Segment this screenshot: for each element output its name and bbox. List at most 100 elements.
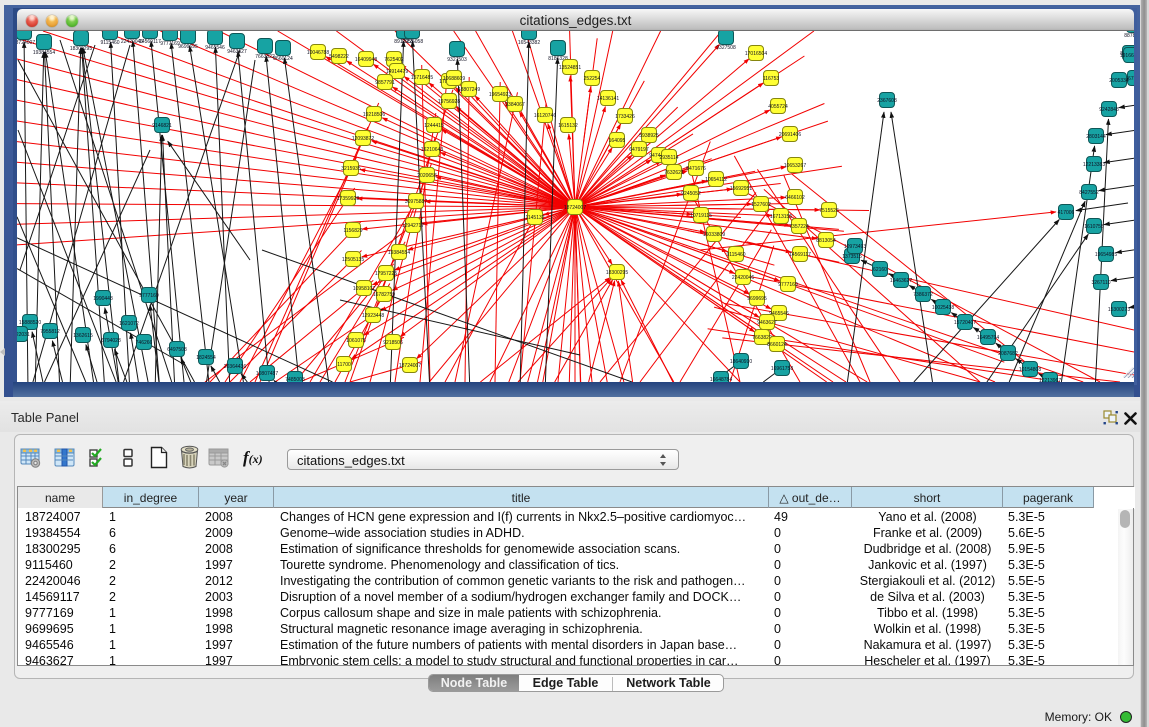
svg-text:1990448: 1990448 bbox=[93, 296, 113, 302]
svg-text:13524851: 13524851 bbox=[559, 65, 581, 71]
svg-text:19463627: 19463627 bbox=[890, 278, 912, 284]
svg-text:12942717: 12942717 bbox=[402, 223, 424, 229]
svg-text:4055724: 4055724 bbox=[768, 104, 788, 110]
svg-text:7485003: 7485003 bbox=[285, 377, 305, 382]
svg-text:2935114: 2935114 bbox=[659, 155, 678, 161]
svg-text:18300295: 18300295 bbox=[606, 270, 628, 276]
svg-text:3267110: 3267110 bbox=[1091, 280, 1110, 286]
svg-text:19166827: 19166827 bbox=[1120, 53, 1134, 59]
svg-text:10653267: 10653267 bbox=[784, 163, 806, 169]
svg-text:6479197: 6479197 bbox=[629, 147, 649, 153]
svg-text:9777169: 9777169 bbox=[778, 282, 798, 288]
svg-text:30975887: 30975887 bbox=[405, 199, 427, 205]
svg-text:9245052: 9245052 bbox=[681, 191, 701, 197]
svg-text:10025438: 10025438 bbox=[932, 305, 954, 311]
svg-text:9463627: 9463627 bbox=[757, 320, 777, 326]
svg-text:7625402: 7625402 bbox=[384, 57, 404, 63]
svg-text:1615132: 1615132 bbox=[558, 123, 578, 129]
svg-text:5938925: 5938925 bbox=[639, 133, 659, 139]
svg-text:19384554: 19384554 bbox=[388, 250, 410, 256]
svg-text:18807249: 18807249 bbox=[458, 87, 480, 93]
svg-text:8813054: 8813054 bbox=[816, 238, 836, 244]
svg-text:9218506: 9218506 bbox=[383, 340, 403, 346]
svg-text:9699695: 9699695 bbox=[747, 296, 767, 302]
svg-text:8427552: 8427552 bbox=[1079, 190, 1099, 196]
svg-text:1824554: 1824554 bbox=[196, 355, 216, 361]
svg-text:5498222: 5498222 bbox=[329, 54, 349, 60]
svg-text:12213967: 12213967 bbox=[1039, 378, 1061, 382]
svg-text:2005334: 2005334 bbox=[1109, 78, 1129, 84]
svg-text:2087682: 2087682 bbox=[998, 351, 1018, 357]
svg-text:17957225: 17957225 bbox=[375, 271, 397, 277]
svg-text:15300273: 15300273 bbox=[1108, 307, 1130, 313]
svg-text:9777169: 9777169 bbox=[139, 293, 159, 299]
svg-text:9463627: 9463627 bbox=[227, 49, 247, 55]
svg-text:18724007: 18724007 bbox=[564, 205, 586, 211]
svg-text:1527602: 1527602 bbox=[751, 202, 771, 208]
svg-text:7955812: 7955812 bbox=[40, 329, 60, 335]
svg-text:16409948: 16409948 bbox=[355, 57, 377, 63]
svg-text:14569117: 14569117 bbox=[789, 252, 811, 258]
svg-text:9699695: 9699695 bbox=[178, 44, 198, 50]
svg-text:17016504: 17016504 bbox=[745, 51, 767, 57]
svg-text:1362615: 1362615 bbox=[73, 333, 93, 339]
svg-text:7515526: 7515526 bbox=[819, 208, 839, 214]
svg-text:7632621: 7632621 bbox=[664, 170, 684, 176]
svg-text:16782759: 16782759 bbox=[373, 292, 395, 298]
svg-text:19654985: 19654985 bbox=[1095, 252, 1117, 258]
svg-text:9146821: 9146821 bbox=[152, 123, 172, 129]
svg-text:62160: 62160 bbox=[873, 267, 887, 273]
svg-text:1610755: 1610755 bbox=[1084, 224, 1104, 230]
svg-text:15716485: 15716485 bbox=[411, 75, 433, 81]
svg-text:7357224: 7357224 bbox=[789, 224, 809, 230]
svg-text:16713155: 16713155 bbox=[770, 214, 792, 220]
svg-text:10154808: 10154808 bbox=[1019, 367, 1041, 373]
svg-text:8878332: 8878332 bbox=[1124, 33, 1134, 39]
svg-text:1156829: 1156829 bbox=[343, 228, 362, 234]
svg-text:10973493: 10973493 bbox=[844, 244, 866, 250]
svg-text:17359928: 17359928 bbox=[337, 196, 359, 202]
svg-text:9857791: 9857791 bbox=[375, 80, 395, 86]
svg-text:417006: 417006 bbox=[1058, 210, 1075, 216]
svg-text:18640910: 18640910 bbox=[730, 359, 752, 365]
svg-text:8660124: 8660124 bbox=[767, 342, 787, 348]
svg-text:12505135: 12505135 bbox=[342, 257, 364, 263]
svg-text:11700: 11700 bbox=[337, 362, 351, 368]
svg-text:19384554: 19384554 bbox=[33, 50, 55, 56]
svg-text:15692951: 15692951 bbox=[730, 186, 752, 192]
svg-text:1373515: 1373515 bbox=[842, 254, 862, 260]
svg-text:10688609: 10688609 bbox=[443, 76, 465, 82]
svg-text:10719115: 10719115 bbox=[690, 213, 712, 219]
svg-text:3215935: 3215935 bbox=[341, 166, 361, 172]
svg-text:16210643: 16210643 bbox=[421, 147, 443, 153]
svg-text:9465546: 9465546 bbox=[205, 45, 225, 51]
svg-text:12213383: 12213383 bbox=[1083, 162, 1105, 168]
svg-text:20364436: 20364436 bbox=[224, 364, 246, 370]
svg-text:8660124: 8660124 bbox=[273, 56, 293, 62]
svg-text:1733426: 1733426 bbox=[615, 114, 635, 120]
svg-text:16961758: 16961758 bbox=[771, 366, 793, 372]
svg-text:19756928: 19756928 bbox=[438, 99, 460, 105]
svg-text:2803144: 2803144 bbox=[1086, 134, 1106, 140]
svg-text:746266: 746266 bbox=[136, 340, 153, 346]
svg-text:10654112: 10654112 bbox=[705, 177, 727, 183]
svg-text:6497508: 6497508 bbox=[167, 347, 187, 353]
svg-text:18300295: 18300295 bbox=[70, 46, 92, 52]
svg-text:16033809: 16033809 bbox=[703, 232, 725, 238]
svg-text:7663822: 7663822 bbox=[752, 335, 772, 341]
svg-text:16543382: 16543382 bbox=[518, 40, 540, 46]
svg-text:14569117: 14569117 bbox=[139, 39, 161, 45]
svg-text:10046788: 10046788 bbox=[307, 50, 329, 56]
svg-text:7386372: 7386372 bbox=[913, 292, 933, 298]
svg-text:13226058: 13226058 bbox=[401, 39, 423, 45]
svg-text:9242848: 9242848 bbox=[1099, 107, 1119, 113]
svg-text:10807487: 10807487 bbox=[256, 371, 278, 377]
svg-text:9115460: 9115460 bbox=[726, 252, 745, 258]
svg-text:9384067: 9384067 bbox=[505, 102, 525, 108]
svg-text:18724007: 18724007 bbox=[17, 40, 35, 46]
svg-text:16495794: 16495794 bbox=[977, 335, 999, 341]
svg-text:1621072: 1621072 bbox=[119, 321, 139, 327]
svg-text:9327503: 9327503 bbox=[447, 57, 467, 63]
svg-text:164095: 164095 bbox=[609, 138, 626, 144]
svg-text:8471676: 8471676 bbox=[686, 166, 706, 172]
